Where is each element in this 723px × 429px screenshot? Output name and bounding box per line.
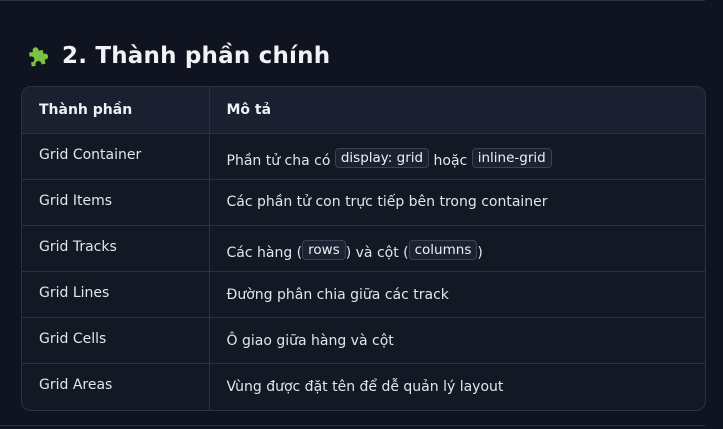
component-name: Grid Lines [22, 271, 209, 319]
components-table: Thành phần Mô tả Grid Container Phần tử c… [21, 86, 706, 411]
description-text: Vùng được đặt tên để dễ quản lý layout [226, 379, 504, 396]
component-description: Các hàng (rows) và cột (columns) [208, 225, 705, 272]
table-row: Grid Areas Vùng được đặt tên để dễ quản l… [22, 363, 705, 410]
component-description: Ô giao giữa hàng và cột [208, 317, 705, 365]
table-row: Grid Container Phần tử cha có display: gr… [22, 133, 705, 180]
inline-code: columns [408, 240, 478, 261]
table-row: Grid Tracks Các hàng (rows) và cột (colum… [22, 225, 705, 272]
table-row: Grid Lines Đường phân chia giữa các track [22, 271, 705, 319]
component-description: Đường phân chia giữa các track [208, 271, 705, 319]
component-description: Vùng được đặt tên để dễ quản lý layout [208, 363, 705, 410]
description-text: hoặc [429, 153, 472, 170]
inline-code: rows [302, 240, 346, 261]
component-name: Grid Cells [22, 317, 209, 365]
table-row: Grid Items Các phần tử con trực tiếp bên … [22, 179, 705, 226]
inline-code: inline-grid [471, 148, 552, 169]
table-header-row: Thành phần Mô tả [22, 87, 705, 134]
component-name: Grid Tracks [22, 225, 209, 272]
component-name: Grid Items [22, 179, 209, 226]
description-text: Ô giao giữa hàng và cột [226, 332, 394, 349]
top-divider [0, 0, 705, 1]
description-text: ) và cột ( [345, 245, 409, 262]
section-title: 2. Thành phần chính [62, 43, 331, 69]
description-text: Phần tử cha có [226, 153, 335, 170]
description-text: Các hàng ( [226, 245, 303, 262]
component-name: Grid Areas [39, 377, 113, 394]
inline-code: display: grid [334, 148, 430, 169]
description-text: ) [477, 245, 483, 262]
header-description: Mô tả [208, 87, 705, 134]
section-heading: 2. Thành phần chính [24, 38, 330, 74]
bottom-divider [0, 425, 705, 426]
description-text: Đường phân chia giữa các track [226, 286, 449, 303]
component-description: Các phần tử con trực tiếp bên trong cont… [208, 179, 705, 226]
puzzle-icon [28, 47, 49, 67]
component-description: Phần tử cha có display: grid hoặc inline… [208, 133, 705, 180]
header-component: Thành phần [22, 87, 209, 134]
table-row: Grid Cells Ô giao giữa hàng và cột [22, 317, 705, 365]
description-text: Các phần tử con trực tiếp bên trong cont… [226, 194, 548, 211]
component-name: Grid Container [22, 133, 209, 180]
